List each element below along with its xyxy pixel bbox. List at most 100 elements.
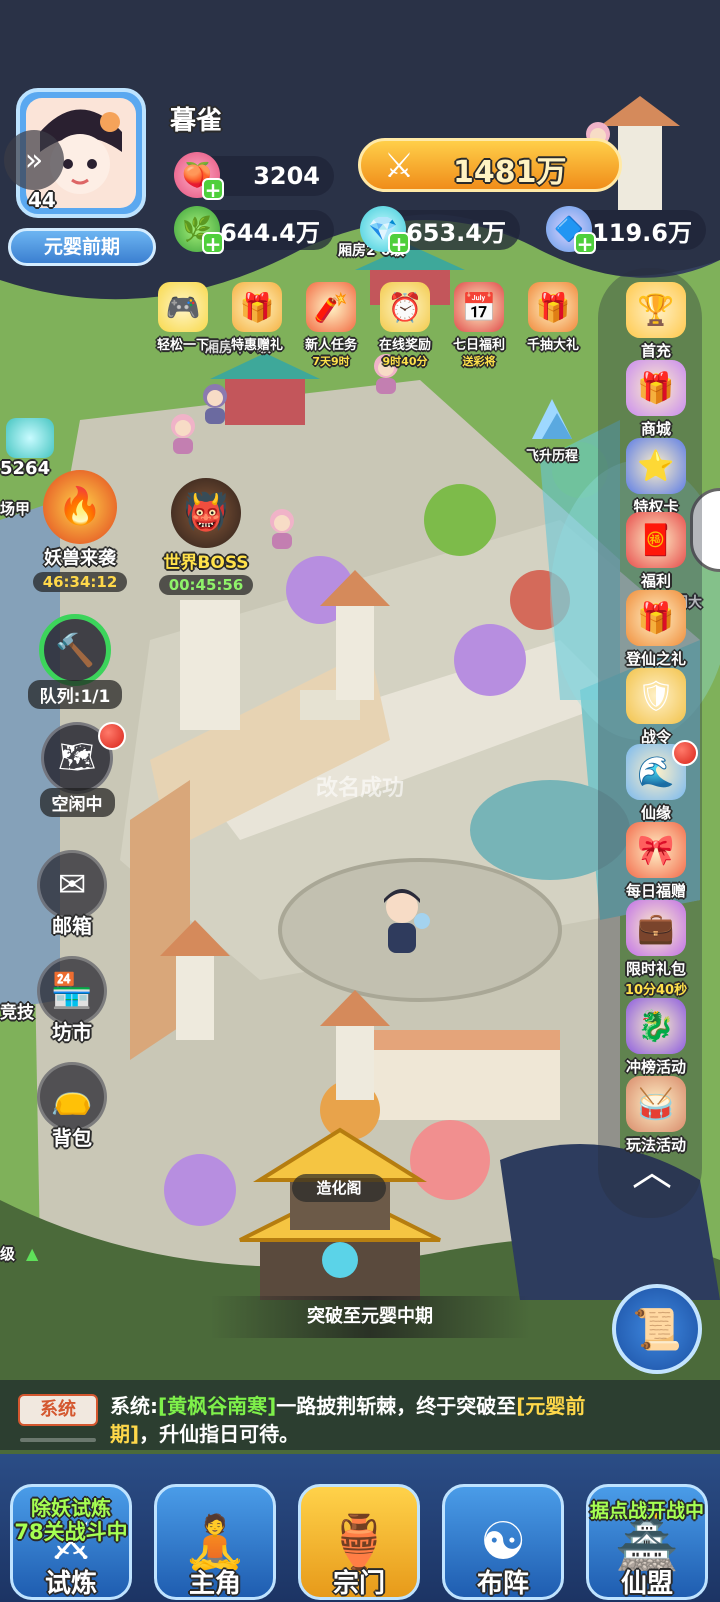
- right-icon-9[interactable]: 🐉 冲榜活动: [610, 998, 702, 1077]
- nav-tab-label: 仙盟: [620, 1569, 673, 1599]
- bag-button[interactable]: 👝 背包: [32, 1062, 112, 1151]
- right-icon-label: 每日福赠: [625, 882, 686, 900]
- nav-tab-label: 布阵: [476, 1569, 529, 1599]
- chat-box[interactable]: 系统 系统:[黄枫谷南寒]一路披荆斩棘，终于突破至[元婴前 期]，升仙指日可待。: [0, 1380, 720, 1450]
- jingji-label[interactable]: 竞技: [0, 998, 34, 1023]
- nav-tab-2[interactable]: 🏺 宗门: [292, 1462, 426, 1602]
- realm-badge[interactable]: 元婴前期: [8, 228, 156, 266]
- nav-overlay-2: 78关战斗中: [14, 1520, 128, 1544]
- firework-icon: 🧨: [306, 282, 356, 332]
- zaohua-label: 造化阁: [292, 1174, 386, 1202]
- chat-realm: [元婴前: [516, 1394, 586, 1418]
- gift-icon: 🎁: [232, 282, 282, 332]
- gamepad-icon: 🎮: [158, 282, 208, 332]
- disciple-3[interactable]: [163, 410, 203, 454]
- top-icon-sub: 9时40分: [382, 355, 428, 368]
- queue-button[interactable]: 🔨 队列:1/1: [20, 614, 130, 714]
- market-button[interactable]: 🏪 坊市: [32, 956, 112, 1045]
- nav-tab-3[interactable]: ☯ 布阵: [436, 1462, 570, 1602]
- player-character[interactable]: [372, 885, 432, 955]
- top-icon-label: 轻松一下: [156, 338, 209, 353]
- chat-pager: [20, 1438, 96, 1442]
- right-icon-label: 首充: [640, 342, 671, 360]
- chat-line-2: 期]，升仙指日可待。: [110, 1418, 299, 1447]
- system-tag-label: 系统: [40, 1399, 76, 1420]
- dragon-icon: 🐉: [626, 998, 686, 1054]
- nav-overlay-2: 据点战开战中: [589, 1500, 704, 1522]
- right-icon-label: 商城: [640, 420, 671, 438]
- bag-label: 背包: [52, 1126, 92, 1150]
- right-icon-5[interactable]: 🛡 战令: [610, 668, 702, 747]
- calendar-icon: 📅: [454, 282, 504, 332]
- peach-amount: 3204: [253, 162, 320, 190]
- chat-player-name[interactable]: [黄枫谷南寒]: [158, 1394, 276, 1418]
- add-crystal-button[interactable]: +: [574, 232, 596, 254]
- top-icon-4[interactable]: 📅 七日福利 送彩将: [444, 282, 514, 368]
- chat-line-1: 系统:[黄枫谷南寒]一路披荆斩棘，终于突破至[元婴前: [110, 1390, 585, 1419]
- combat-power-bar[interactable]: ⚔ 1481万: [358, 138, 622, 192]
- top-icon-label: 七日福利: [452, 338, 505, 353]
- collapse-button[interactable]: »: [4, 130, 64, 190]
- add-spirit-stone-button[interactable]: +: [388, 232, 410, 254]
- treasure-box-icon: 🎁: [528, 282, 578, 332]
- stone-counter[interactable]: 5264: [0, 418, 64, 479]
- spirit-grass-resource[interactable]: 🌿 + 644.4万: [174, 206, 334, 254]
- player-level: 44: [28, 188, 56, 212]
- world-boss-label: 世界BOSS: [163, 553, 249, 573]
- top-icon-5[interactable]: 🎁 千抽大礼: [518, 282, 588, 362]
- crossed-swords-icon: ⚔: [383, 146, 415, 186]
- tower-icon: [160, 920, 230, 1040]
- daily-gift-icon: 🎀: [626, 822, 686, 878]
- top-icon-label: 千抽大礼: [526, 338, 579, 353]
- breakthrough-banner: 突破至元婴中期: [210, 1296, 530, 1338]
- top-icon-label: 新人任务: [304, 338, 357, 353]
- gift-box-icon: 🎁: [626, 590, 686, 646]
- clock-icon: ⏰: [380, 282, 430, 332]
- tower-icon: [320, 990, 390, 1100]
- gate-tower: [320, 560, 390, 700]
- crystal-amount: 119.6万: [592, 218, 692, 247]
- zaohua-building[interactable]: [230, 1110, 450, 1310]
- collapse-up-button[interactable]: ︿: [612, 1138, 692, 1198]
- boss-timer: 00:45:56: [158, 575, 254, 595]
- add-peach-button[interactable]: +: [202, 178, 224, 200]
- top-icon-2[interactable]: 🧨 新人任务 7天9时: [296, 282, 366, 368]
- star-card-icon: ⭐: [626, 438, 686, 494]
- disciple-4[interactable]: [262, 505, 302, 549]
- top-icon-label: 在线奖励: [378, 338, 431, 353]
- right-icon-3[interactable]: 🧧 福利: [610, 512, 702, 591]
- top-icon-1[interactable]: 🎁 特惠赠礼: [222, 282, 292, 362]
- stone-icon: [6, 418, 54, 458]
- nav-tab-0[interactable]: ⚔ 除妖试炼 78关战斗中 试炼: [4, 1462, 138, 1602]
- notification-dot: [672, 740, 698, 766]
- right-icon-8[interactable]: 💼 限时礼包 10分40秒: [610, 900, 702, 998]
- quest-scroll-button[interactable]: 📜: [612, 1284, 702, 1374]
- beast-attack-button[interactable]: 🔥 妖兽来袭 46:34:12: [20, 470, 140, 600]
- spirit-stone-resource[interactable]: 💎 + 653.4万: [360, 206, 520, 254]
- world-boss-button[interactable]: 👹 世界BOSS 00:45:56: [150, 478, 262, 604]
- system-tag: 系统: [18, 1394, 98, 1426]
- beast-attack-label: 妖兽来袭: [44, 548, 116, 569]
- nav-tab-4[interactable]: 🏯 据点战开战中 仙盟: [580, 1462, 714, 1602]
- right-icon-4[interactable]: 🎁 登仙之礼: [610, 590, 702, 669]
- right-icon-sub: 10分40秒: [624, 983, 688, 998]
- chat-realm-end: 期]: [110, 1422, 140, 1446]
- peach-resource[interactable]: 🍑 + 3204: [174, 152, 334, 200]
- crystal-resource[interactable]: 🔷 + 119.6万: [546, 206, 706, 254]
- feisheng-button[interactable]: 飞升历程: [512, 395, 592, 465]
- right-icon-7[interactable]: 🎀 每日福赠: [610, 822, 702, 901]
- right-icon-label: 仙缘: [640, 804, 671, 822]
- top-icon-0[interactable]: 🎮 轻松一下: [148, 282, 218, 362]
- right-icon-1[interactable]: 🎁 商城: [610, 360, 702, 439]
- fire-beast-icon: 🔥: [43, 470, 117, 544]
- player-avatar-icon: [384, 889, 430, 953]
- right-icon-label: 登仙之礼: [625, 650, 686, 668]
- mail-button[interactable]: ✉ 邮箱: [32, 850, 112, 939]
- add-spirit-grass-button[interactable]: +: [202, 232, 224, 254]
- right-icon-0[interactable]: 🏆 首充: [610, 282, 702, 361]
- right-icon-2[interactable]: ⭐ 特权卡: [610, 438, 702, 517]
- top-icon-3[interactable]: ⏰ 在线奖励 9时40分: [370, 282, 440, 368]
- first-charge-icon: 🏆: [626, 282, 686, 338]
- limited-pack-icon: 💼: [626, 900, 686, 956]
- nav-tab-1[interactable]: 🧘 主角: [148, 1462, 282, 1602]
